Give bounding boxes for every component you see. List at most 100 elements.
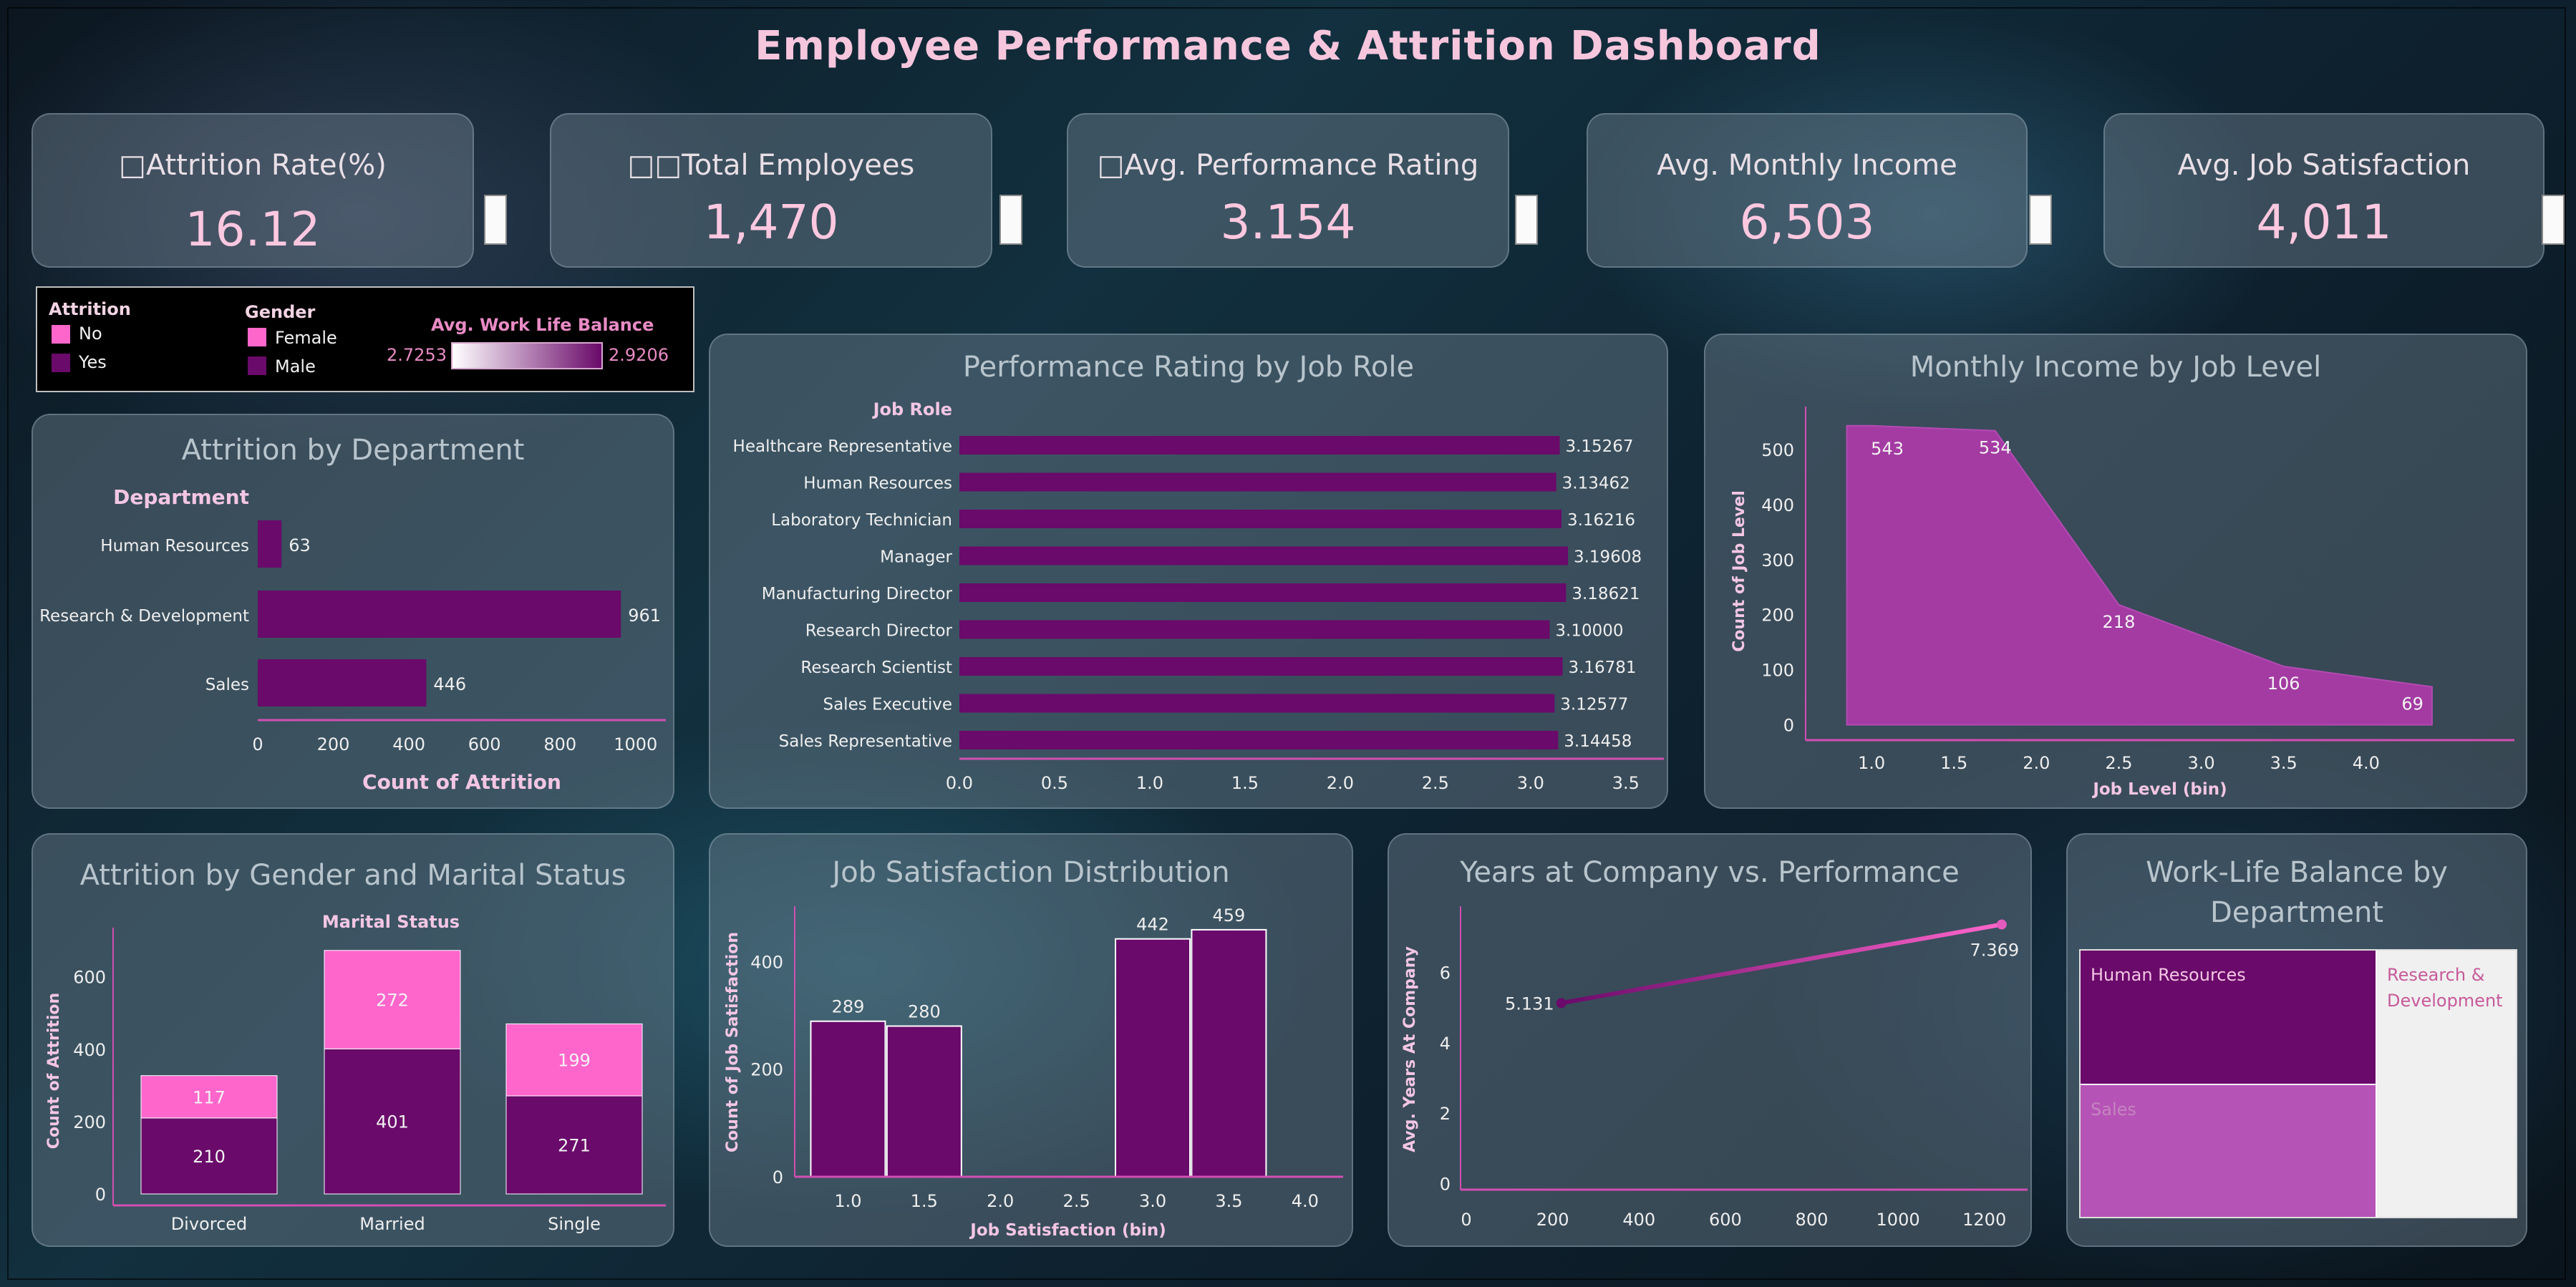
legend-panel: Attrition No Yes Gender Female Male Avg.… [36,286,694,392]
y-tick-label: 100 [1761,661,1794,681]
legend-gender-title: Gender [245,302,316,322]
legend-item-male[interactable]: Male [275,356,316,377]
legend-item-yes[interactable]: Yes [79,352,107,372]
category-header: Department [113,485,249,509]
kpi-value: 16.12 [185,202,321,257]
kpi-label: □□Total Employees [627,149,915,182]
y-tick-label: 4 [1440,1034,1451,1054]
kpi-tab[interactable] [999,195,1022,245]
legend-item-female[interactable]: Female [275,328,337,348]
category-label: Sales Representative [779,732,952,751]
treemap-label: Human Resources [2091,965,2246,985]
kpi-value: 4,011 [2256,195,2392,250]
x-tick-label: 1000 [1877,1210,1920,1230]
x-tick-label: 2.0 [2023,753,2050,773]
x-tick-label: 1.5 [911,1191,938,1211]
attrition-by-gender-marital-card: Attrition by Gender and Marital Status M… [32,833,674,1247]
y-tick-label: 2 [1440,1104,1451,1124]
x-tick-label: 200 [317,734,350,754]
data-label: 3.12577 [1560,696,1628,714]
y-tick-label: 200 [73,1112,106,1132]
dashboard-title: Employee Performance & Attrition Dashboa… [755,23,1821,69]
data-label: 401 [376,1112,409,1132]
data-label: 106 [2267,674,2300,694]
x-tick-label: 1.0 [834,1191,861,1211]
monthly-income-by-job-level-chart: 543 534 218 106 69 0 100 200 300 400 500 1.0 1.5 2.0 2… [1730,407,2514,799]
kpi-value: 3.154 [1220,195,1356,250]
category-label: Sales [205,676,249,694]
data-label: 534 [1979,438,2012,458]
x-tick-label: 3.5 [1612,773,1640,793]
job-satisfaction-card: Job Satisfaction Distribution 289 280 442 4… [709,833,1353,1247]
y-axis-title: Count of Job Level [1730,490,1748,652]
trend-line [1561,922,2003,1006]
bar [258,591,621,638]
data-label: 442 [1136,915,1169,935]
y-tick-label: 6 [1440,963,1451,984]
data-label: 117 [193,1087,226,1107]
performance-by-job-role-chart: Job Role Healthcare Representative 3.15267… [733,399,1664,793]
x-tick-label: 0 [252,734,263,754]
kpi-label: □Attrition Rate(%) [119,149,387,182]
category-label: Single [548,1214,601,1234]
y-tick-label: 200 [1761,606,1794,626]
legend-swatch-yes [52,354,70,372]
x-tick-label: 800 [1796,1210,1829,1230]
kpi-label: Avg. Monthly Income [1657,149,1957,182]
data-label: 218 [2103,612,2136,632]
x-tick-label: 0 [1461,1210,1471,1230]
bar [959,731,1559,749]
treemap-cell-human-resources[interactable]: Human Resources [2081,951,2377,1085]
data-label: 3.13462 [1562,475,1630,493]
data-label: 3.10000 [1555,622,1623,641]
category-label: Human Resources [100,537,249,555]
data-label: 543 [1871,439,1904,459]
data-label: 446 [433,674,466,694]
bar [959,583,1567,602]
attrition-by-department-chart: Department Human Resources 63 Research & De… [39,485,666,794]
x-tick-label: 200 [1536,1210,1569,1230]
x-tick-label: 2.0 [987,1191,1014,1211]
legend-wlb-max: 2.9206 [609,345,669,365]
x-tick-label: 1.5 [1231,773,1259,793]
data-label: 7.369 [1970,941,2019,961]
category-header: Job Role [872,399,952,419]
kpi-tab[interactable] [1515,195,1538,245]
x-tick-label: 4.0 [2353,753,2380,773]
treemap-label-line2: Development [2387,991,2503,1011]
treemap-cell-research-development[interactable]: Research & Development [2377,951,2516,1217]
years-vs-performance-card: Years at Company vs. Performance 5.131 7.… [1388,833,2032,1247]
legend-item-no[interactable]: No [79,324,102,344]
y-axis-title: Avg. Years At Company [1401,946,1419,1152]
treemap-cell-sales[interactable]: Sales [2081,1085,2377,1217]
kpi-tab[interactable] [2542,195,2565,245]
bar [1115,938,1191,1177]
kpi-value: 1,470 [703,195,839,250]
data-label: 272 [376,991,409,1011]
legend-wlb-min: 2.7253 [387,345,447,365]
kpi-tab[interactable] [2029,195,2052,245]
bar [959,546,1568,565]
data-label: 3.16781 [1568,659,1636,677]
bar [959,657,1563,676]
category-label: Laboratory Technician [771,511,952,530]
x-tick-label: 400 [1622,1210,1655,1230]
x-tick-label: 400 [392,734,425,754]
y-tick-label: 400 [1761,495,1794,515]
x-tick-label: 3.0 [2187,753,2214,773]
category-label: Manufacturing Director [762,585,953,603]
work-life-balance-card: Work-Life Balance by Department Human Re… [2066,833,2527,1247]
bar [959,472,1556,492]
job-satisfaction-chart: 289 280 442 459 0 200 400 1.0 1.5 2.0 2.5 3.0 3.5 4.0… [724,905,1343,1240]
bar [258,659,427,706]
treemap: Human Resources Research & Development S… [2079,949,2517,1218]
y-tick-label: 200 [750,1060,783,1080]
data-label: 3.14458 [1564,732,1632,751]
bar [886,1025,962,1177]
kpi-avg-job-satisfaction: Avg. Job Satisfaction 4,011 [2103,113,2544,268]
bar [258,520,282,568]
kpi-tab[interactable] [484,195,507,245]
bar [959,436,1560,455]
legend-swatch-male [248,356,266,375]
legend-swatch-no [52,325,70,344]
